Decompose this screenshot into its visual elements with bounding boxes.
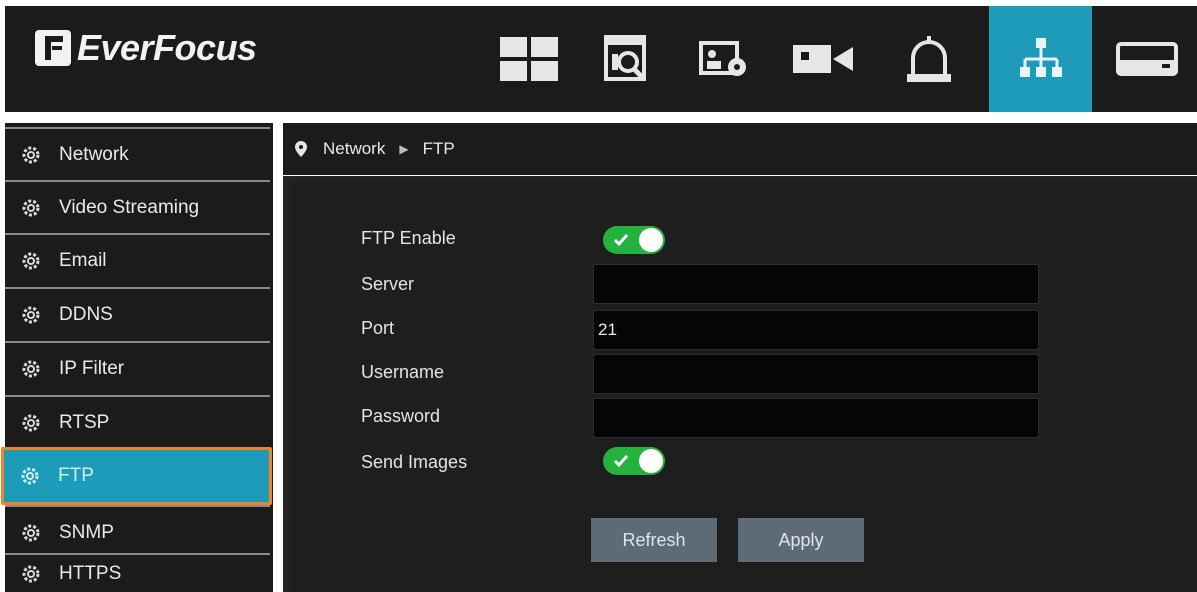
ftp-enable-toggle[interactable] [603,226,665,254]
network-icon [1019,38,1062,77]
apply-button[interactable]: Apply [738,518,864,562]
sidebar-item-snmp[interactable]: SNMP [5,505,270,558]
server-input[interactable] [593,264,1039,304]
sidebar-item-label: Video Streaming [59,196,200,218]
password-input[interactable] [593,398,1039,438]
gear-icon [22,565,40,582]
gear-icon [22,306,40,323]
gear-icon [22,360,40,377]
nav-alarm[interactable] [879,6,979,112]
nav-network[interactable] [989,6,1092,112]
location-pin-icon [295,141,307,157]
gear-icon [22,414,40,431]
sidebar-item-label: HTTPS [59,562,122,584]
nav-image-settings[interactable] [675,6,775,112]
breadcrumb-separator-icon: ▶ [399,142,409,156]
sidebar-item-rtsp[interactable]: RTSP [5,395,270,448]
check-icon [613,455,629,468]
refresh-button[interactable]: Refresh [591,518,717,562]
camera-icon [793,45,853,73]
sidebar-item-https[interactable]: HTTPS [5,553,270,592]
password-label: Password [361,406,441,426]
sidebar-item-label: Network [59,143,129,165]
playback-search-icon [604,35,646,81]
username-label: Username [361,362,445,382]
gear-icon [21,467,39,485]
send-images-label: Send Images [361,452,468,472]
sidebar-item-email[interactable]: Email [5,233,270,286]
port-input[interactable] [593,310,1039,350]
nav-playback[interactable] [577,6,677,112]
ftp-form: FTP Enable Server Port Username Password… [291,182,1197,592]
ftp-settings-panel: FTP Enable Server Port Username Password… [283,176,1197,592]
nav-storage[interactable] [1097,6,1197,112]
sidebar-item-label: IP Filter [59,357,125,379]
gear-icon [22,146,40,163]
gear-icon [22,524,40,541]
sidebar-item-label: FTP [58,465,94,486]
layout-grid-icon [500,37,558,81]
send-images-toggle[interactable] [603,447,665,475]
gear-icon [22,252,40,269]
server-label: Server [361,274,415,294]
sidebar-item-label: DDNS [59,303,113,325]
sidebar-item-ip-filter[interactable]: IP Filter [5,341,270,394]
sidebar-item-ddns[interactable]: DDNS [5,287,270,340]
top-bar: EverFocus [5,6,1197,112]
sidebar-item-network[interactable]: Network [5,127,270,180]
sidebar-item-label: SNMP [59,521,114,543]
toggle-knob [639,228,663,252]
breadcrumb-parent[interactable]: Network [323,139,385,159]
ftp-enable-label: FTP Enable [361,228,456,248]
toggle-knob [639,449,663,473]
breadcrumb: Network ▶ FTP [283,123,1197,175]
everfocus-logo: EverFocus [35,27,257,68]
sidebar-item-video-streaming[interactable]: Video Streaming [5,180,270,233]
brand-name: EverFocus [77,27,257,68]
sidebar: Network Video Streaming Email DDNS IP Fi… [1,123,273,592]
username-input[interactable] [593,354,1039,394]
alarm-bell-icon [907,36,951,82]
nav-live-view-layout[interactable] [479,6,579,112]
port-label: Port [361,318,395,338]
image-settings-icon [699,41,746,76]
logo-mark-icon [35,30,71,66]
gear-icon [22,199,40,216]
sidebar-item-ftp[interactable]: FTP [1,447,272,505]
check-icon [613,234,629,247]
storage-drive-icon [1116,42,1178,76]
breadcrumb-current: FTP [422,139,455,158]
nav-camera[interactable] [773,6,873,112]
sidebar-item-label: Email [59,249,107,271]
sidebar-item-label: RTSP [59,411,110,433]
app-window: EverFocus Network Video Streaming Email … [0,0,1197,592]
